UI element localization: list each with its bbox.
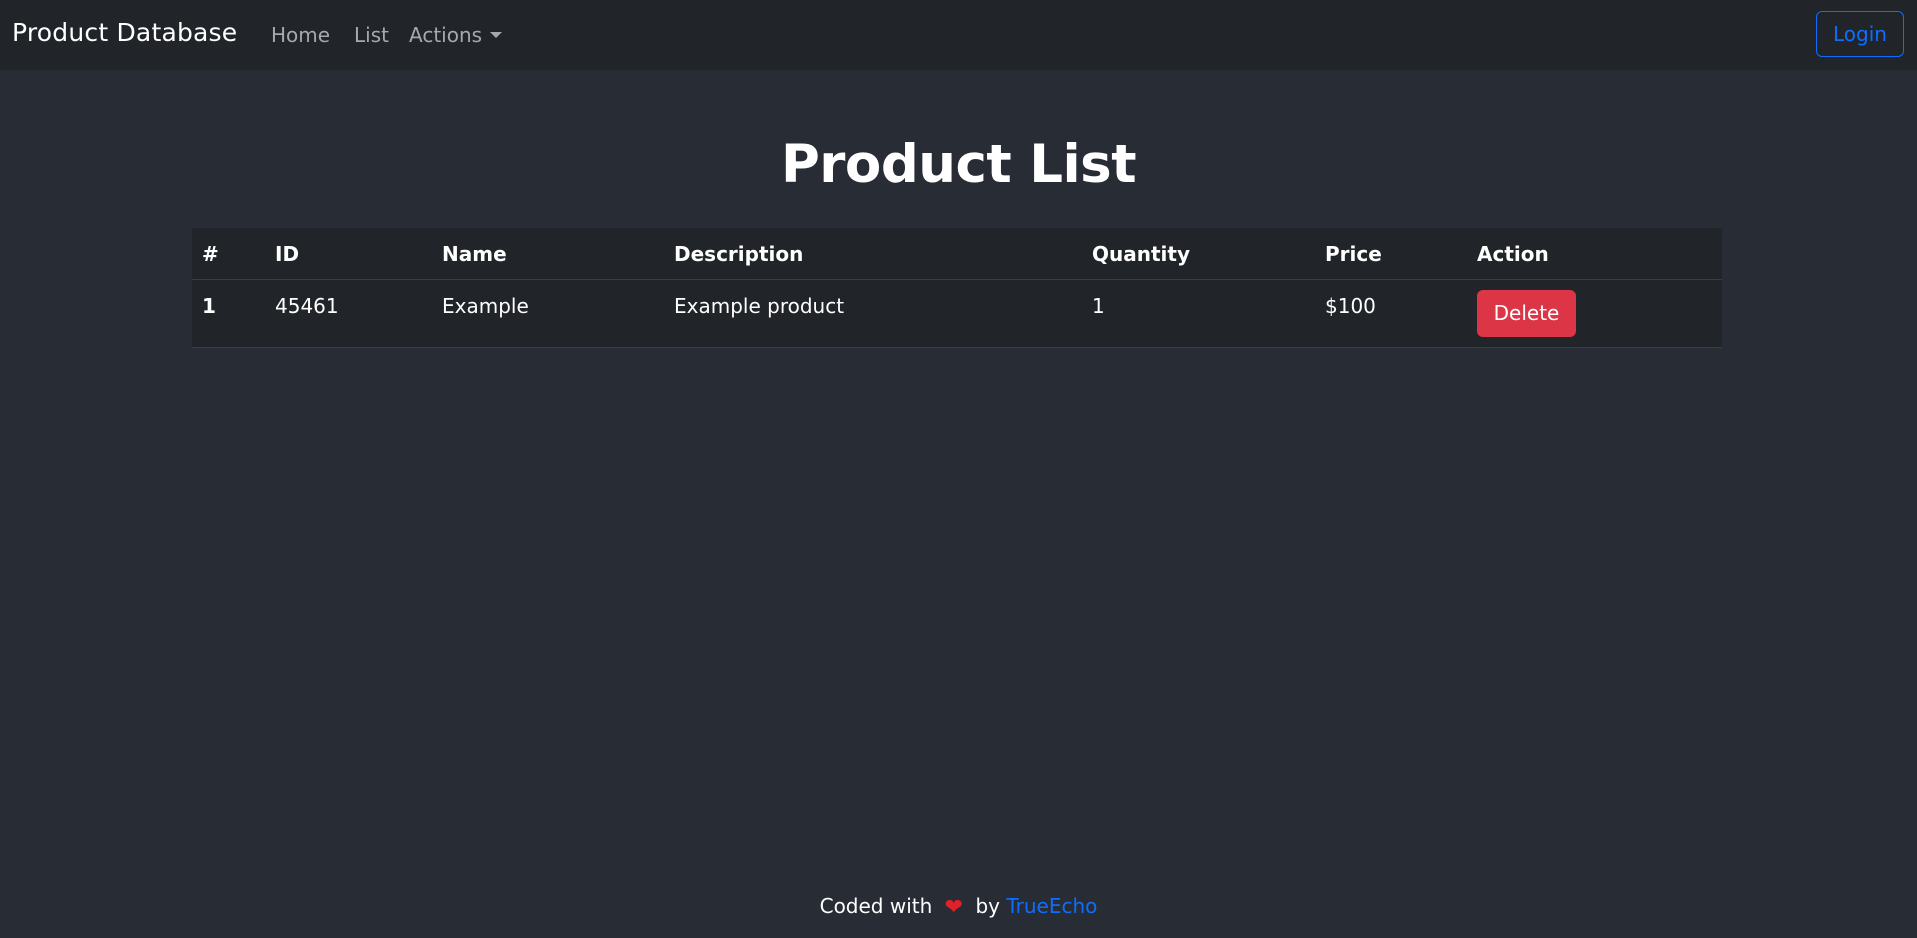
- nav-actions-dropdown[interactable]: Actions: [409, 23, 503, 47]
- column-header-number: #: [192, 228, 265, 280]
- nav-actions-label: Actions: [409, 23, 483, 47]
- table-row: 1 45461 Example Example product 1 $100 D…: [192, 279, 1722, 348]
- column-header-name: Name: [432, 228, 664, 280]
- footer: Coded with ❤ by TrueEcho: [0, 894, 1917, 920]
- top-navbar: Product Database Home List Actions Login: [0, 0, 1917, 70]
- caret-down-icon: [490, 32, 503, 38]
- page-title: Product List: [780, 134, 1137, 195]
- table-header-row: # ID Name Description Quantity Price Act…: [192, 228, 1722, 280]
- heart-icon: ❤: [944, 895, 964, 920]
- nav-list-link[interactable]: List: [354, 23, 389, 47]
- row-action-cell: Delete: [1467, 279, 1722, 348]
- delete-button[interactable]: Delete: [1477, 289, 1576, 337]
- product-table: # ID Name Description Quantity Price Act…: [192, 228, 1722, 348]
- row-description: Example product: [664, 279, 1082, 348]
- row-price: $100: [1315, 279, 1467, 348]
- brand-link[interactable]: Product Database: [12, 18, 237, 47]
- product-table-container: # ID Name Description Quantity Price Act…: [192, 228, 1722, 348]
- column-header-action: Action: [1467, 228, 1722, 280]
- column-header-price: Price: [1315, 228, 1467, 280]
- login-button[interactable]: Login: [1816, 11, 1904, 57]
- footer-prefix: Coded with: [819, 894, 933, 918]
- row-name: Example: [432, 279, 664, 348]
- footer-by: by: [975, 894, 1000, 918]
- nav-home-link[interactable]: Home: [271, 23, 330, 47]
- column-header-quantity: Quantity: [1082, 228, 1315, 280]
- column-header-id: ID: [265, 228, 432, 280]
- author-link[interactable]: TrueEcho: [1006, 894, 1097, 918]
- row-id: 45461: [265, 279, 432, 348]
- row-number: 1: [192, 279, 265, 348]
- column-header-description: Description: [664, 228, 1082, 280]
- row-quantity: 1: [1082, 279, 1315, 348]
